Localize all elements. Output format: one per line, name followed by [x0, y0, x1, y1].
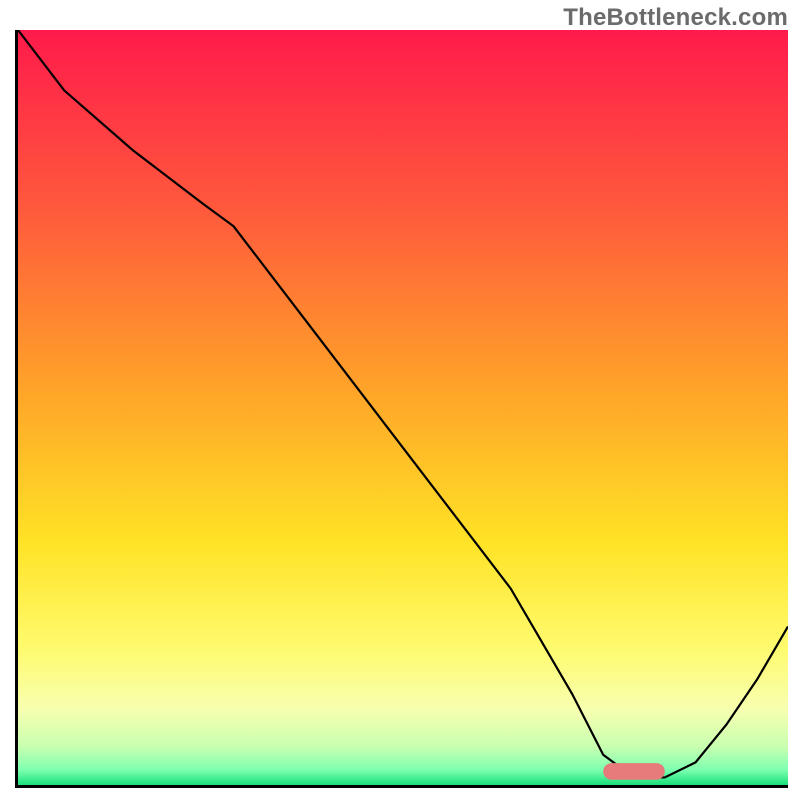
- plot-area: [15, 30, 788, 788]
- optimal-marker: [603, 763, 665, 780]
- chart-svg: [18, 30, 788, 785]
- watermark-text: TheBottleneck.com: [563, 4, 788, 32]
- bottleneck-chart: TheBottleneck.com: [0, 0, 800, 800]
- gradient-fill: [18, 30, 788, 785]
